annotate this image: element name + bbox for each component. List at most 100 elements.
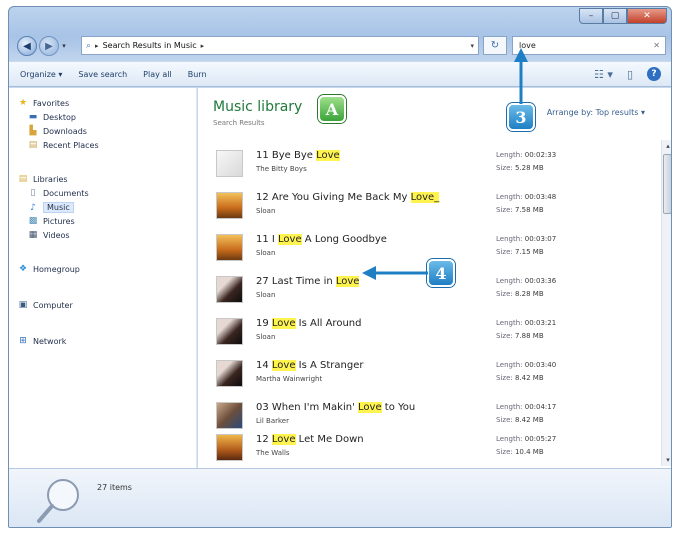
- nav-label: Homegroup: [33, 264, 80, 274]
- address-field[interactable]: ⌕ ▸ Search Results in Music ▸ ▾: [81, 36, 479, 55]
- library-title: Music library: [213, 99, 303, 115]
- nav-pictures[interactable]: ▩ Pictures: [27, 216, 75, 226]
- network-icon: ⊞: [19, 336, 27, 346]
- result-title: 14 Love Is A Stranger: [256, 360, 364, 371]
- result-row[interactable]: 19 Love Is All Around Sloan Length: 00:0…: [208, 312, 648, 354]
- details-pane: 27 items: [9, 468, 671, 527]
- callout-4: 4: [427, 259, 455, 287]
- minimize-button[interactable]: –: [579, 8, 603, 24]
- refresh-button[interactable]: ↻: [483, 36, 507, 55]
- preview-pane-icon[interactable]: ▯: [627, 68, 633, 81]
- nav-label: Downloads: [43, 126, 87, 136]
- address-bar-row: ◀ ▶ ▾ ⌕ ▸ Search Results in Music ▸ ▾ ↻ …: [9, 33, 671, 59]
- nav-label: Favorites: [33, 98, 70, 108]
- maximize-button[interactable]: ▢: [603, 8, 627, 24]
- result-size: Size: 8.42 MB: [496, 416, 544, 424]
- result-artist: Sloan: [256, 291, 276, 299]
- nav-label: Music: [43, 202, 74, 213]
- nav-computer[interactable]: ▣ Computer: [17, 300, 73, 310]
- search-input[interactable]: love ✕: [512, 36, 666, 55]
- arrange-by-label: Arrange by:: [546, 108, 594, 117]
- back-arrow-icon: ◀: [23, 40, 31, 52]
- computer-icon: ▣: [18, 300, 28, 310]
- clear-search-icon[interactable]: ✕: [653, 41, 660, 50]
- close-button[interactable]: ✕: [627, 8, 667, 24]
- result-size: Size: 8.42 MB: [496, 374, 544, 382]
- save-search-button[interactable]: Save search: [75, 68, 130, 81]
- album-art: [216, 402, 243, 429]
- homegroup-icon: ❖: [18, 264, 28, 274]
- match-highlight: Love: [271, 360, 296, 371]
- result-artist: The Bitty Boys: [256, 165, 307, 173]
- nav-downloads[interactable]: ▙ Downloads: [27, 126, 87, 136]
- nav-homegroup[interactable]: ❖ Homegroup: [17, 264, 80, 274]
- match-highlight: Love: [278, 234, 302, 245]
- nav-music[interactable]: ♪ Music: [27, 202, 74, 213]
- window-controls: – ▢ ✕: [579, 8, 667, 24]
- result-size: Size: 8.28 MB: [496, 290, 544, 298]
- result-size: Size: 7.15 MB: [496, 248, 544, 256]
- result-length: Length: 00:03:21: [496, 319, 557, 327]
- callout-3-arrow-icon: [514, 48, 528, 104]
- album-art: [216, 360, 243, 387]
- nav-label: Computer: [33, 300, 73, 310]
- result-artist: Sloan: [256, 333, 276, 341]
- nav-documents[interactable]: ▯ Documents: [27, 188, 89, 198]
- arrange-by-value[interactable]: Top results ▾: [596, 108, 645, 117]
- scroll-up-icon[interactable]: ▴: [662, 140, 671, 152]
- nav-favorites[interactable]: ★ Favorites: [17, 98, 69, 108]
- search-magnifier-icon: [37, 479, 79, 523]
- nav-label: Libraries: [33, 174, 68, 184]
- scroll-down-icon[interactable]: ▾: [662, 454, 671, 466]
- album-art: [216, 234, 243, 261]
- result-title: 19 Love Is All Around: [256, 318, 362, 329]
- match-highlight: Love: [335, 276, 360, 287]
- organize-button[interactable]: Organize ▾: [17, 68, 65, 81]
- navigation-pane: ★ Favorites ▬ Desktop ▙ Downloads ▤ Recent P…: [9, 88, 197, 468]
- arrange-by-control[interactable]: Arrange by: Top results ▾: [547, 108, 645, 117]
- nav-desktop[interactable]: ▬ Desktop: [27, 112, 76, 122]
- forward-button[interactable]: ▶: [39, 36, 59, 56]
- result-length: Length: 00:02:33: [496, 151, 557, 159]
- star-icon: ★: [18, 98, 28, 108]
- desktop-icon: ▬: [28, 112, 38, 122]
- view-controls: ☷ ▾ ▯ ?: [594, 67, 661, 81]
- scroll-thumb[interactable]: [663, 154, 671, 214]
- libraries-icon: ▤: [18, 174, 28, 184]
- downloads-folder-icon: ▙: [29, 126, 37, 136]
- play-all-button[interactable]: Play all: [140, 68, 175, 81]
- nav-network[interactable]: ⊞ Network: [17, 336, 66, 346]
- nav-label: Videos: [43, 230, 70, 240]
- vertical-scrollbar[interactable]: ▴ ▾: [661, 140, 671, 466]
- callout-a: A: [318, 95, 346, 123]
- result-row[interactable]: 12 Love Let Me Down The Walls Length: 00…: [208, 428, 648, 470]
- recent-pages-dropdown[interactable]: ▾: [59, 42, 69, 50]
- result-length: Length: 00:03:40: [496, 361, 557, 369]
- change-view-icon[interactable]: ☷ ▾: [594, 68, 613, 81]
- result-size: Size: 10.4 MB: [496, 448, 544, 456]
- address-dropdown-icon[interactable]: ▾: [470, 42, 474, 50]
- nav-recent-places[interactable]: ▤ Recent Places: [27, 140, 99, 150]
- album-art: [216, 150, 243, 177]
- result-row[interactable]: 14 Love Is A Stranger Martha Wainwright …: [208, 354, 648, 396]
- result-title: 11 I Love A Long Goodbye: [256, 234, 387, 245]
- breadcrumb-current[interactable]: Search Results in Music: [103, 41, 197, 50]
- nav-libraries[interactable]: ▤ Libraries: [17, 174, 68, 184]
- command-bar: Organize ▾ Save search Play all Burn ☷ ▾…: [9, 61, 671, 87]
- pictures-icon: ▩: [28, 216, 38, 226]
- burn-button[interactable]: Burn: [185, 68, 210, 81]
- item-count: 27 items: [97, 483, 132, 492]
- help-icon[interactable]: ?: [647, 67, 661, 81]
- result-artist: Sloan: [256, 207, 276, 215]
- back-button[interactable]: ◀: [17, 36, 37, 56]
- explorer-window: – ▢ ✕ ◀ ▶ ▾ ⌕ ▸ Search Results in Music …: [8, 6, 672, 528]
- result-row[interactable]: 12 Are You Giving Me Back My Love_ Sloan…: [208, 186, 648, 228]
- music-note-icon: ♪: [30, 202, 36, 213]
- result-artist: The Walls: [256, 449, 290, 457]
- nav-label: Desktop: [43, 112, 76, 122]
- result-size: Size: 5.28 MB: [496, 164, 544, 172]
- match-highlight: Love_: [410, 192, 440, 203]
- nav-videos[interactable]: ▦ Videos: [27, 230, 70, 240]
- match-highlight: Love: [358, 402, 382, 413]
- result-row[interactable]: 11 Bye Bye Love The Bitty Boys Length: 0…: [208, 144, 648, 186]
